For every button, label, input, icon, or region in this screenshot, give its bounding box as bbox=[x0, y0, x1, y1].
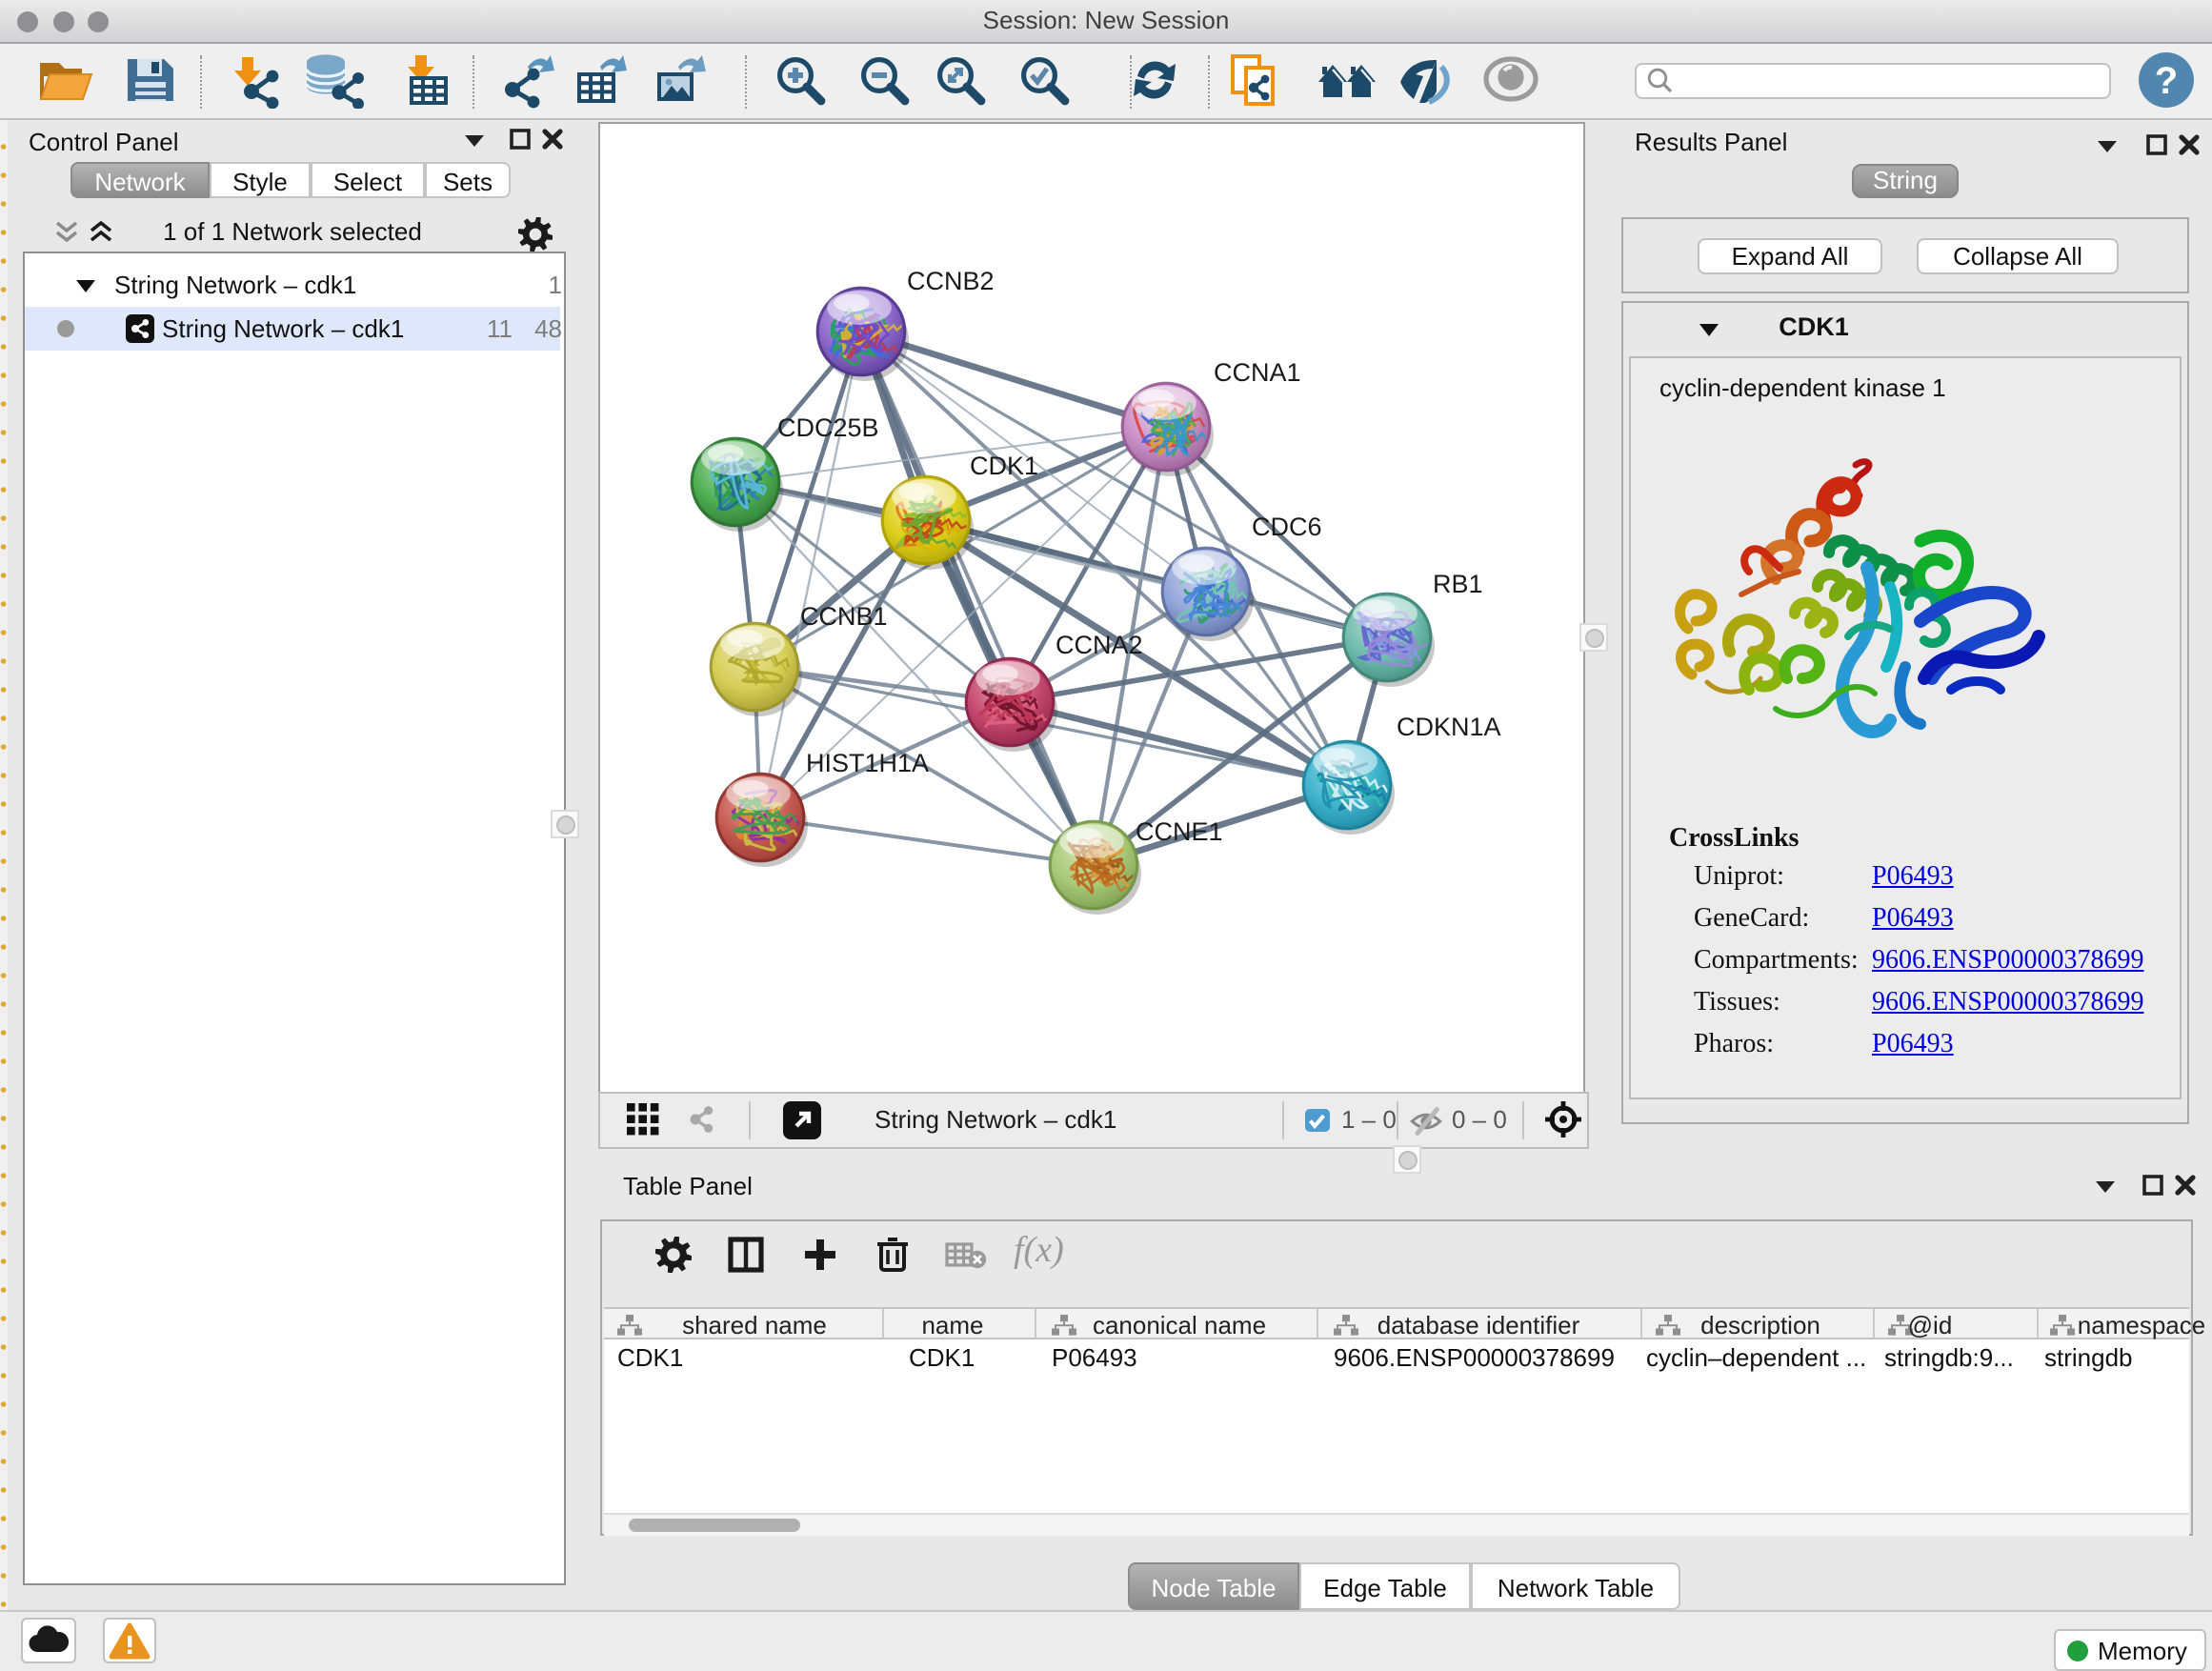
svg-text:CCNA1: CCNA1 bbox=[1214, 358, 1301, 387]
svg-text:CDK1: CDK1 bbox=[970, 452, 1038, 480]
svg-text:CCNA2: CCNA2 bbox=[1056, 631, 1143, 659]
svg-text:?: ? bbox=[2155, 60, 2178, 102]
svg-text:CDKN1A: CDKN1A bbox=[1397, 713, 1501, 741]
svg-text:CCNB1: CCNB1 bbox=[800, 602, 888, 631]
svg-text:CCNE1: CCNE1 bbox=[1136, 817, 1223, 846]
svg-text:RB1: RB1 bbox=[1433, 570, 1483, 598]
svg-text:CCNB2: CCNB2 bbox=[907, 267, 995, 295]
svg-text:HIST1H1A: HIST1H1A bbox=[806, 749, 929, 777]
svg-text:CDC25B: CDC25B bbox=[777, 413, 879, 442]
svg-text:CDC6: CDC6 bbox=[1252, 513, 1322, 541]
